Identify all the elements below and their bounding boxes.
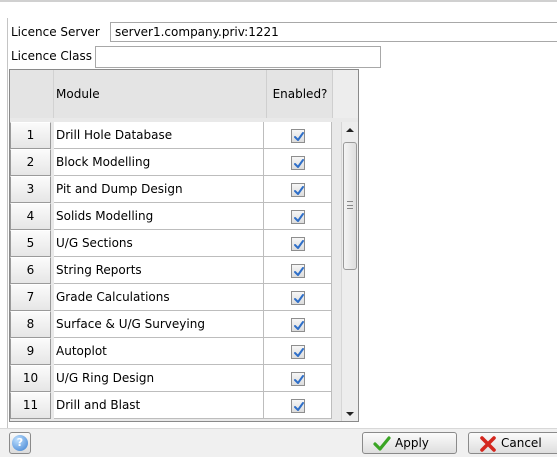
module-table: Module Enabled? 1 Drill Hole Database 2 Blo… [9, 69, 359, 422]
row-number[interactable]: 11 [10, 392, 51, 419]
row-number[interactable]: 1 [10, 122, 51, 149]
arrow-up-icon[interactable] [342, 122, 358, 138]
module-cell[interactable]: Solids Modelling [54, 203, 264, 230]
scrollbar-thumb[interactable] [343, 142, 357, 270]
top-divider [0, 0, 557, 2]
bottom-toolbar: ? Apply Cancel [0, 428, 557, 457]
table-row[interactable]: 9 Autoplot [10, 338, 358, 365]
table-row[interactable]: 3 Pit and Dump Design [10, 176, 358, 203]
checkbox-checked-icon[interactable] [291, 210, 305, 224]
enabled-cell [264, 284, 332, 311]
licence-server-field[interactable]: server1.company.priv:1221 [110, 22, 557, 42]
help-button[interactable]: ? [9, 432, 31, 454]
row-number[interactable]: 9 [10, 338, 51, 365]
header-scroll-spacer [332, 70, 358, 118]
checkbox-checked-icon[interactable] [291, 318, 305, 332]
enabled-cell [264, 257, 332, 284]
checkmark-icon [373, 435, 391, 453]
enabled-cell [264, 338, 332, 365]
enabled-cell [264, 365, 332, 392]
header-corner [10, 70, 54, 118]
module-cell[interactable]: Surface & U/G Surveying [54, 311, 264, 338]
checkbox-checked-icon[interactable] [291, 264, 305, 278]
apply-button-label: Apply [395, 436, 429, 450]
module-cell[interactable]: Drill and Blast [54, 392, 264, 419]
row-number[interactable]: 3 [10, 176, 51, 203]
column-header-module[interactable]: Module [54, 70, 266, 118]
module-cell[interactable]: Block Modelling [54, 149, 264, 176]
module-cell[interactable]: Pit and Dump Design [54, 176, 264, 203]
table-row[interactable]: 1 Drill Hole Database [10, 122, 358, 149]
row-number[interactable]: 8 [10, 311, 51, 338]
enabled-cell [264, 122, 332, 149]
left-divider [7, 18, 8, 428]
x-icon [479, 435, 497, 453]
licence-class-field[interactable] [95, 46, 381, 68]
enabled-cell [264, 203, 332, 230]
arrow-down-icon[interactable] [342, 406, 358, 421]
column-header-module-label: Module [56, 87, 100, 101]
checkbox-checked-icon[interactable] [291, 291, 305, 305]
module-cell[interactable]: Drill Hole Database [54, 122, 264, 149]
checkbox-checked-icon[interactable] [291, 156, 305, 170]
enabled-cell [264, 176, 332, 203]
column-header-enabled-label: Enabled? [272, 87, 328, 101]
licence-server-label: Licence Server [11, 25, 100, 39]
module-cell[interactable]: String Reports [54, 257, 264, 284]
enabled-cell [264, 149, 332, 176]
module-cell[interactable]: Autoplot [54, 338, 264, 365]
row-number[interactable]: 10 [10, 365, 51, 392]
vertical-scrollbar[interactable] [341, 122, 358, 421]
row-number[interactable]: 2 [10, 149, 51, 176]
cancel-button-label: Cancel [501, 436, 542, 450]
enabled-cell [264, 392, 332, 419]
apply-button[interactable]: Apply [362, 432, 457, 454]
enabled-cell [264, 230, 332, 257]
checkbox-checked-icon[interactable] [291, 372, 305, 386]
grip-icon [347, 201, 353, 209]
table-row[interactable]: 5 U/G Sections [10, 230, 358, 257]
table-row[interactable]: 2 Block Modelling [10, 149, 358, 176]
table-header: Module Enabled? [10, 70, 358, 118]
module-cell[interactable]: U/G Sections [54, 230, 264, 257]
help-icon: ? [12, 435, 28, 451]
column-header-enabled[interactable]: Enabled? [266, 70, 332, 118]
row-number[interactable]: 5 [10, 230, 51, 257]
table-row[interactable]: 7 Grade Calculations [10, 284, 358, 311]
checkbox-checked-icon[interactable] [291, 237, 305, 251]
checkbox-checked-icon[interactable] [291, 345, 305, 359]
row-number[interactable]: 6 [10, 257, 51, 284]
table-row[interactable]: 8 Surface & U/G Surveying [10, 311, 358, 338]
table-row[interactable]: 11 Drill and Blast [10, 392, 358, 419]
table-row[interactable]: 4 Solids Modelling [10, 203, 358, 230]
cancel-button[interactable]: Cancel [468, 432, 557, 454]
table-row[interactable]: 10 U/G Ring Design [10, 365, 358, 392]
enabled-cell [264, 311, 332, 338]
table-row[interactable]: 6 String Reports [10, 257, 358, 284]
checkbox-checked-icon[interactable] [291, 129, 305, 143]
checkbox-checked-icon[interactable] [291, 183, 305, 197]
module-cell[interactable]: Grade Calculations [54, 284, 264, 311]
module-cell[interactable]: U/G Ring Design [54, 365, 264, 392]
checkbox-checked-icon[interactable] [291, 399, 305, 413]
row-number[interactable]: 7 [10, 284, 51, 311]
row-number[interactable]: 4 [10, 203, 51, 230]
licence-class-label: Licence Class [11, 49, 92, 63]
